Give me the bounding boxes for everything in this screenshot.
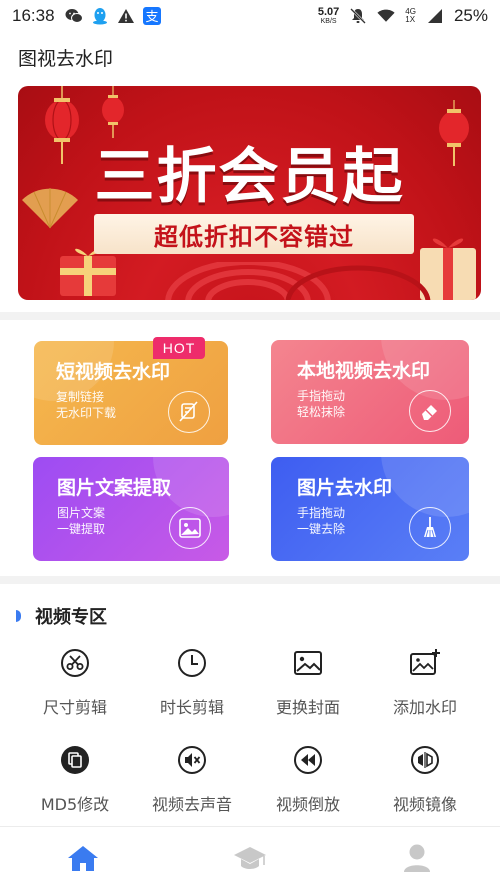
card-title: 短视频去水印 — [56, 361, 171, 383]
card-desc: 手指拖动 轻松抹除 — [297, 388, 345, 420]
card-desc-line: 手指拖动 — [297, 506, 346, 520]
warning-icon — [117, 7, 135, 25]
status-bar: 16:38 支 5.07 KB/S 4G 1X 25% — [0, 0, 500, 32]
card-desc-line: 图片文案 — [57, 506, 106, 520]
broom-icon — [409, 507, 451, 549]
arc-decoration — [165, 262, 431, 300]
card-title: 本地视频去水印 — [297, 360, 431, 382]
card-desc-line: 轻松抹除 — [297, 405, 346, 419]
rewind-icon — [291, 743, 325, 777]
cell-signal-icon — [426, 7, 444, 25]
card-image-watermark[interactable]: 图片去水印 手指拖动 一键去除 — [271, 457, 469, 561]
tool-md5-modify[interactable]: MD5修改 — [15, 743, 135, 823]
mute-icon — [349, 7, 367, 25]
no-watermark-icon — [168, 391, 210, 433]
section-title: 视频专区 — [35, 607, 107, 628]
tool-change-cover[interactable]: 更换封面 — [248, 646, 368, 726]
card-desc: 复制链接 无水印下载 — [56, 389, 116, 421]
network-speed: 5.07 KB/S — [317, 6, 340, 26]
tool-add-watermark[interactable]: 添加水印 — [365, 646, 485, 726]
card-image-text-extract[interactable]: 图片文案提取 图片文案 一键提取 — [33, 457, 229, 561]
tool-label: MD5修改 — [40, 795, 110, 814]
battery-percent: 25% — [453, 6, 488, 25]
promo-banner[interactable]: 三折会员起 超低折扣不容错过 — [18, 86, 481, 300]
bottom-nav — [0, 826, 500, 888]
mute-speaker-icon — [175, 743, 209, 777]
tool-label: 视频镜像 — [392, 795, 457, 814]
wechat-icon — [65, 7, 83, 25]
md5-copy-icon — [58, 743, 92, 777]
add-watermark-icon — [408, 646, 442, 680]
scissors-icon — [58, 646, 92, 680]
nav-home[interactable] — [66, 843, 100, 873]
network-speed-unit: KB/S — [320, 18, 337, 25]
hot-badge: HOT — [153, 337, 205, 359]
card-desc-line: 复制链接 — [56, 390, 105, 404]
page-title: 图视去水印 — [18, 48, 114, 70]
user-icon — [404, 844, 430, 872]
section-divider — [0, 576, 500, 584]
graduation-cap-icon — [234, 847, 266, 869]
banner-sub-strip: 超低折扣不容错过 — [94, 214, 414, 254]
signal-label-bottom: 1X — [405, 15, 416, 24]
tool-remove-audio[interactable]: 视频去声音 — [132, 743, 252, 823]
card-desc-line: 一键提取 — [57, 522, 106, 536]
alipay-icon: 支 — [142, 7, 161, 25]
video-section-header: 视频专区 — [16, 603, 107, 629]
tool-label: 视频倒放 — [275, 795, 340, 814]
tool-duration-edit[interactable]: 时长剪辑 — [132, 646, 252, 726]
nav-learn[interactable] — [233, 843, 267, 873]
cover-image-icon — [291, 646, 325, 680]
tool-label: 尺寸剪辑 — [42, 698, 107, 717]
card-title: 图片去水印 — [297, 477, 393, 499]
notification-icons: 支 — [65, 7, 161, 25]
qq-icon — [91, 7, 109, 25]
eraser-icon — [409, 390, 451, 432]
tool-label: 视频去声音 — [151, 795, 232, 814]
card-desc: 手指拖动 一键去除 — [297, 505, 345, 537]
status-time: 16:38 — [12, 6, 55, 25]
card-local-video-watermark[interactable]: 本地视频去水印 手指拖动 轻松抹除 — [271, 340, 469, 444]
card-title: 图片文案提取 — [57, 477, 172, 499]
section-divider — [0, 312, 500, 320]
home-icon — [68, 846, 98, 871]
wifi-icon — [377, 7, 395, 25]
tool-label: 时长剪辑 — [159, 698, 224, 717]
image-icon — [169, 507, 211, 549]
tool-label: 更换封面 — [275, 698, 340, 717]
banner-subheadline: 超低折扣不容错过 — [154, 222, 354, 251]
tool-mirror-video[interactable]: 视频镜像 — [365, 743, 485, 823]
card-desc: 图片文案 一键提取 — [57, 505, 105, 537]
clock-icon — [175, 646, 209, 680]
signal-type: 4G 1X — [405, 8, 416, 24]
banner-headline: 三折会员起 — [94, 142, 405, 212]
section-accent-bar — [16, 610, 21, 622]
status-right: 5.07 KB/S 4G 1X 25% — [318, 6, 488, 26]
card-desc-line: 手指拖动 — [297, 389, 346, 403]
tool-reverse-video[interactable]: 视频倒放 — [248, 743, 368, 823]
mirror-icon — [408, 743, 442, 777]
network-speed-value: 5.07 — [317, 6, 340, 18]
nav-profile[interactable] — [400, 843, 434, 873]
tool-label: 添加水印 — [392, 698, 457, 717]
svg-text:支: 支 — [145, 10, 158, 25]
card-desc-line: 一键去除 — [297, 522, 346, 536]
tool-size-edit[interactable]: 尺寸剪辑 — [15, 646, 135, 726]
card-desc-line: 无水印下载 — [56, 406, 117, 420]
